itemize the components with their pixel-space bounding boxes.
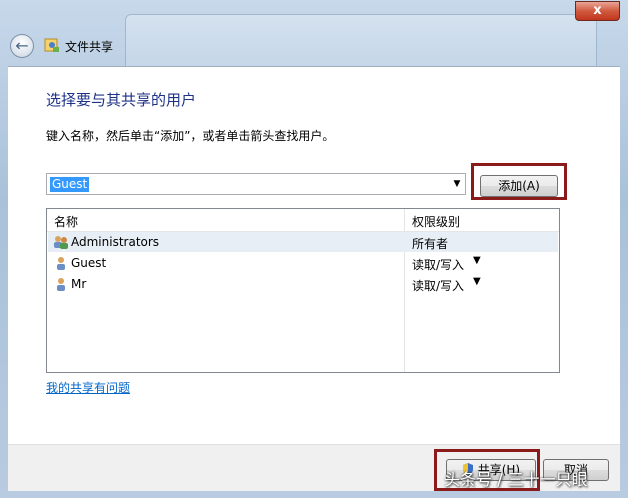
list-item[interactable]: Administrators 所有者 [48,232,558,252]
list-header: 名称 权限级别 [47,209,559,232]
column-header-permission[interactable]: 权限级别 [412,213,460,230]
group-users-icon [54,236,68,249]
chevron-down-icon[interactable]: ▼ [473,255,481,266]
permission-level: 所有者 [412,237,449,251]
watermark-text: 头条号 / 三十一只眼 [444,470,588,489]
user-name-combobox[interactable]: Guest ▼ [46,173,466,195]
chevron-down-icon[interactable]: ▼ [473,276,481,287]
close-icon: x [593,3,602,18]
permission-level[interactable]: 读取/写入 [412,256,464,273]
user-icon [57,257,65,270]
close-button[interactable]: x [575,1,620,21]
user-icon [57,278,65,291]
user-name: Mr [71,277,87,291]
file-sharing-icon [44,38,59,52]
highlight-box-add [471,163,567,200]
page-heading: 选择要与其共享的用户 [46,91,197,109]
list-item[interactable]: Mr 读取/写入 ▼ [48,274,558,294]
list-item[interactable]: Guest 读取/写入 ▼ [48,253,558,273]
sharing-problem-link[interactable]: 我的共享有问题 [46,379,130,396]
column-header-name[interactable]: 名称 [54,213,78,230]
user-list: 名称 权限级别 Administrators 所有者 Guest 读取/写入 ▼ [46,208,560,373]
user-name: Guest [71,256,107,270]
combo-selected-text[interactable]: Guest [50,177,90,192]
window-title: 文件共享 [65,40,114,54]
instruction-text: 键入名称，然后单击“添加”，或者单击箭头查找用户。 [46,129,335,143]
window-frame: x ← 文件共享 选择要与其共享的用户 键入名称，然后单击“添加”，或者单击箭头… [0,0,628,498]
back-button[interactable]: ← [10,34,34,58]
chevron-down-icon[interactable]: ▼ [449,174,465,194]
dialog-content: 选择要与其共享的用户 键入名称，然后单击“添加”，或者单击箭头查找用户。 Gue… [8,66,620,445]
user-name: Administrators [71,235,160,249]
back-arrow-icon: ← [15,36,29,55]
permission-level[interactable]: 读取/写入 [412,277,464,294]
